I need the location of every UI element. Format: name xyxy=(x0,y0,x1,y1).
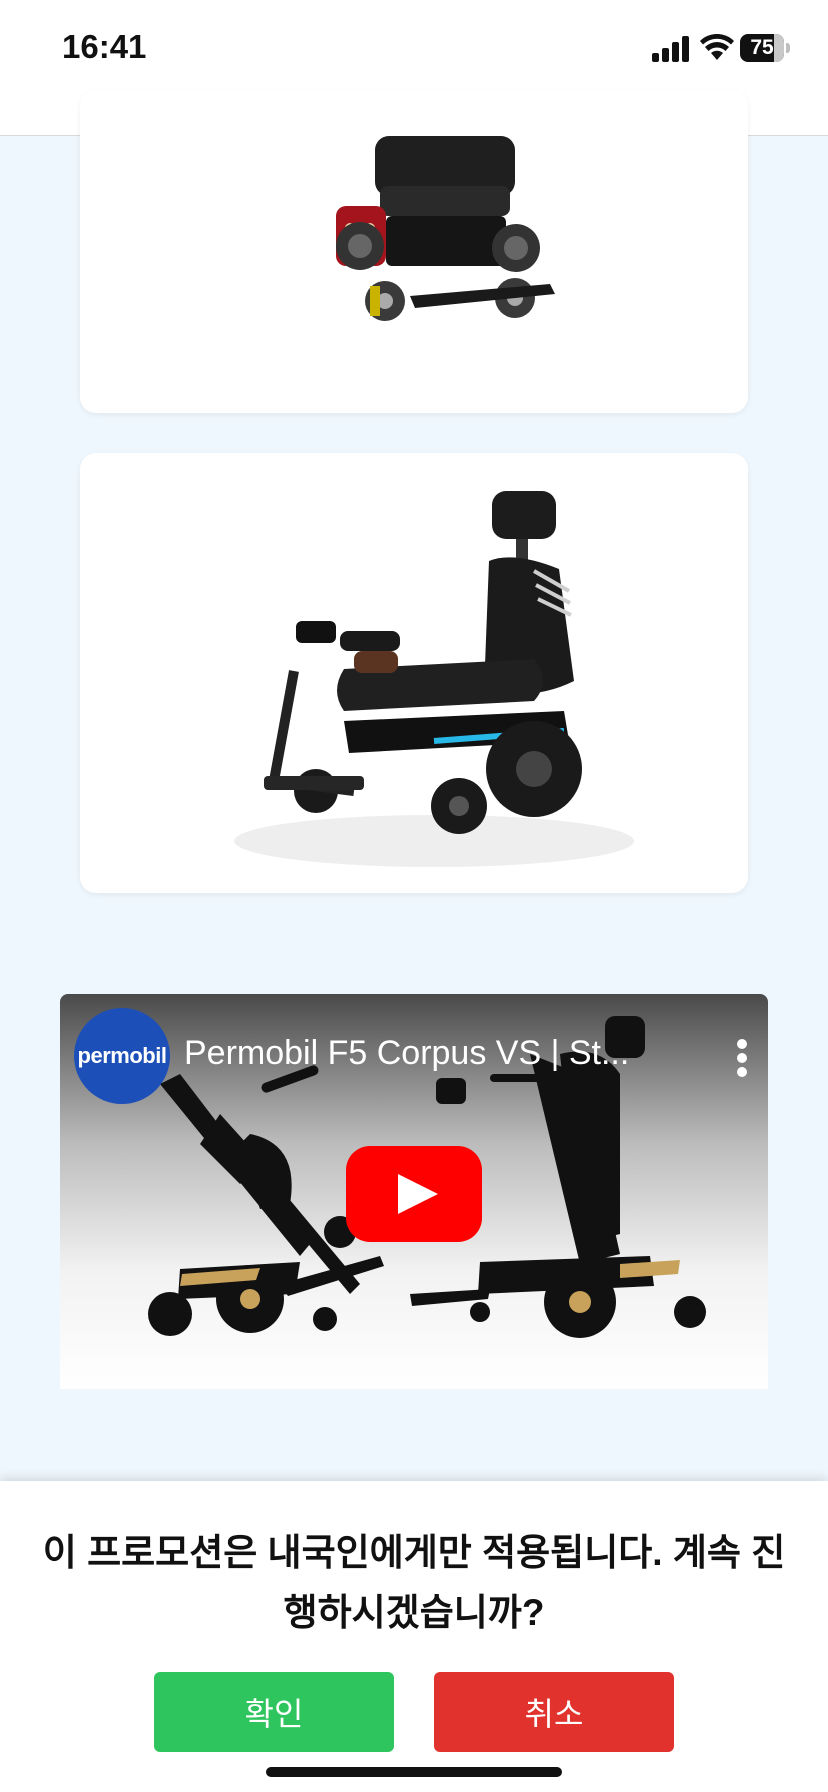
wifi-icon xyxy=(700,34,734,60)
battery-icon: 75 xyxy=(740,34,792,62)
video-title[interactable]: Permobil F5 Corpus VS | St... xyxy=(184,1034,664,1073)
product-card[interactable] xyxy=(80,90,748,413)
battery-cap xyxy=(786,43,790,53)
confirm-button[interactable]: 확인 xyxy=(154,1672,394,1752)
signal-icon xyxy=(652,36,689,62)
product-card[interactable] xyxy=(80,453,748,893)
channel-avatar[interactable]: permobil xyxy=(74,1008,170,1104)
dialog-message: 이 프로모션은 내국인에게만 적용됩니다. 계속 진행하시겠습니까? xyxy=(42,1532,786,1633)
power-wheelchair-black-icon xyxy=(234,491,634,867)
more-options-icon[interactable] xyxy=(736,1038,748,1078)
power-wheelchair-red-icon xyxy=(336,136,555,321)
battery-level: 75 xyxy=(750,36,774,59)
battery-body: 75 xyxy=(740,34,784,62)
status-time: 16:41 xyxy=(62,28,147,65)
home-indicator[interactable] xyxy=(266,1767,562,1777)
video-embed[interactable]: permobil Permobil F5 Corpus VS | St... xyxy=(60,994,768,1389)
cancel-button[interactable]: 취소 xyxy=(434,1672,674,1752)
youtube-play-icon[interactable] xyxy=(346,1146,482,1242)
confirmation-dialog: 이 프로모션은 내국인에게만 적용됩니다. 계속 진행하시겠습니까? 확인 취소 xyxy=(0,1481,828,1792)
